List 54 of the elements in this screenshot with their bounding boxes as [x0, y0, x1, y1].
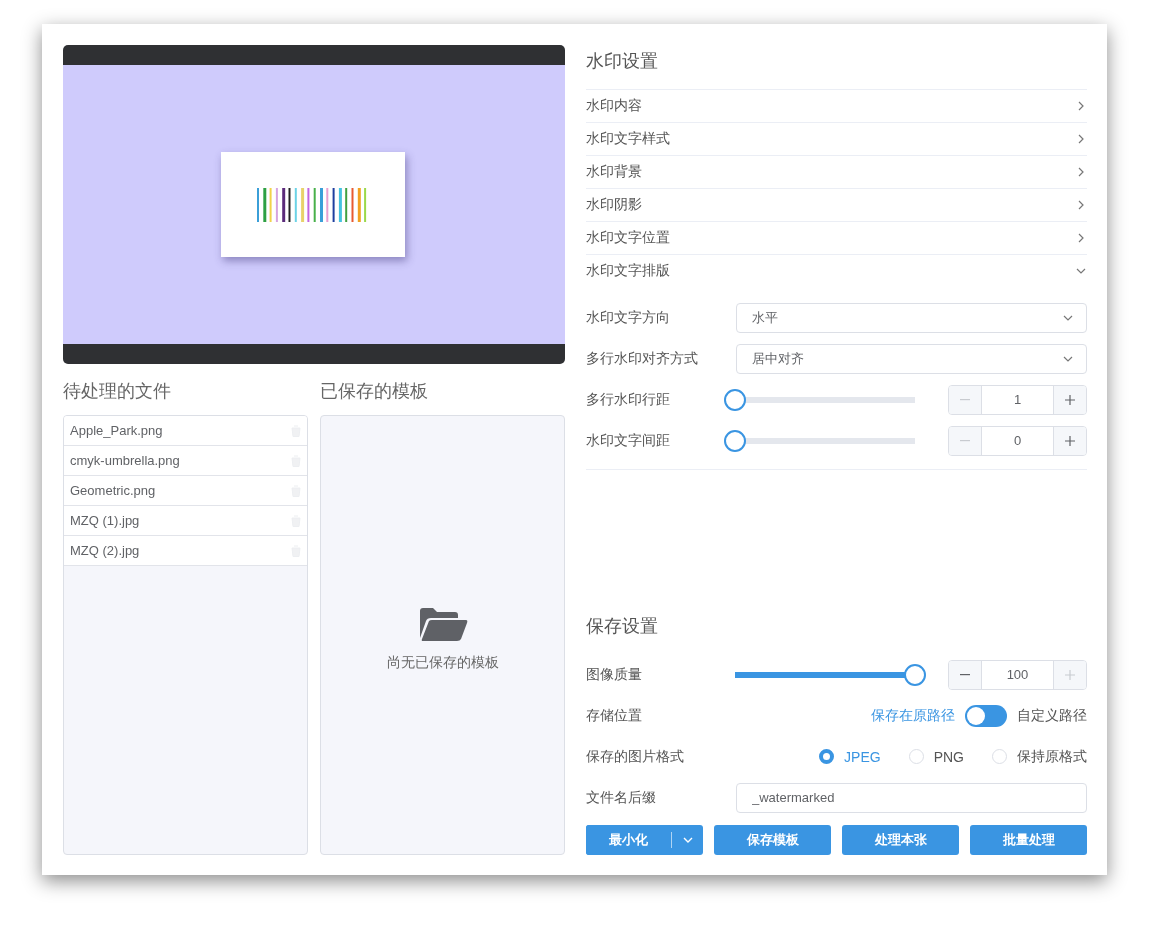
empty-state-text: 尚无已保存的模板: [386, 654, 499, 672]
field-label: 文件名后缀: [586, 788, 657, 807]
field-label: 多行水印对齐方式: [586, 349, 699, 368]
collapse-header[interactable]: 水印文字排版: [586, 254, 1087, 287]
slider-thumb[interactable]: [724, 388, 746, 411]
switch-option[interactable]: 保存在原路径: [871, 706, 955, 725]
decrement-button[interactable]: [949, 660, 981, 689]
caret-icon: [682, 837, 693, 843]
number-stepper[interactable]: 1: [948, 384, 1087, 415]
section-heading: 待处理的文件: [63, 380, 172, 403]
file-list-item[interactable]: Apple_Park.png: [64, 416, 307, 446]
number-input[interactable]: 1: [981, 385, 1054, 414]
section-heading: 已保存的模板: [320, 380, 429, 403]
plus-icon: [1065, 394, 1075, 405]
collapse-header[interactable]: 水印阴影: [586, 188, 1087, 221]
collapse-header[interactable]: 水印背景: [586, 155, 1087, 188]
field-label: 水印文字间距: [586, 431, 671, 450]
field-label: 多行水印行距: [586, 390, 671, 409]
switch-option[interactable]: 自定义路径: [1017, 706, 1087, 725]
select-field[interactable]: 水平: [736, 302, 1087, 333]
radio-label[interactable]: 保持原格式: [1017, 747, 1087, 766]
slider-thumb[interactable]: [724, 429, 746, 452]
section-title: 保存设置: [586, 615, 659, 638]
field-label: 存储位置: [586, 706, 643, 725]
file-list-item[interactable]: MZQ (2).jpg: [64, 536, 307, 566]
field-label: 水印文字方向: [586, 308, 671, 327]
number-input[interactable]: 100: [981, 660, 1054, 689]
suffix-input[interactable]: _watermarked: [736, 782, 1087, 813]
number-stepper[interactable]: 0: [948, 425, 1087, 456]
collapse-header[interactable]: 水印内容: [586, 89, 1087, 122]
slider-thumb[interactable]: [904, 663, 926, 686]
file-list-item[interactable]: Geometric.png: [64, 476, 307, 506]
file-list-item[interactable]: MZQ (1).jpg: [64, 506, 307, 536]
folder-icon: [417, 608, 468, 642]
increment-button[interactable]: [1054, 426, 1086, 455]
minus-icon: [960, 673, 970, 676]
radio-label[interactable]: JPEG: [844, 748, 881, 765]
minus-icon: [960, 439, 970, 442]
increment-button[interactable]: [1054, 385, 1086, 414]
plus-icon: [1065, 669, 1075, 680]
file-list-item[interactable]: cmyk-umbrella.png: [64, 446, 307, 476]
toggle-switch[interactable]: [965, 704, 1007, 727]
collapse-header[interactable]: 水印文字位置: [586, 221, 1087, 254]
number-input[interactable]: 0: [981, 426, 1054, 455]
field-label: 图像质量: [586, 665, 643, 684]
select-field[interactable]: 居中对齐: [736, 343, 1087, 374]
plus-icon: [1065, 435, 1075, 446]
radio-label[interactable]: PNG: [933, 748, 964, 765]
section-title: 水印设置: [586, 50, 659, 73]
radio-button[interactable]: [819, 749, 835, 764]
field-label: 保存的图片格式: [586, 747, 685, 766]
collapse-header[interactable]: 水印文字样式: [586, 122, 1087, 155]
minus-icon: [960, 398, 970, 401]
number-stepper[interactable]: 100: [948, 659, 1087, 690]
